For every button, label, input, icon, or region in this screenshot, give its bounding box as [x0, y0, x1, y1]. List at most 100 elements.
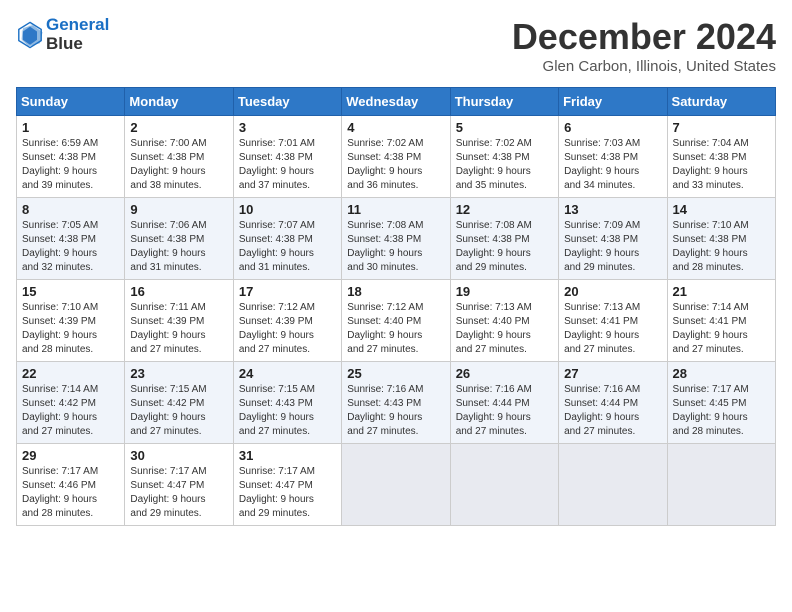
calendar-cell: 14 Sunrise: 7:10 AM Sunset: 4:38 PM Dayli…: [667, 198, 775, 280]
calendar-cell: 31 Sunrise: 7:17 AM Sunset: 4:47 PM Dayli…: [233, 444, 341, 526]
day-number: 13: [564, 202, 661, 217]
day-info: Sunrise: 7:06 AM Sunset: 4:38 PM Dayligh…: [130, 219, 227, 275]
day-number: 27: [564, 366, 661, 381]
page-header: General Blue December 2024 Glen Carbon, …: [16, 16, 776, 75]
day-info: Sunrise: 7:17 AM Sunset: 4:47 PM Dayligh…: [130, 465, 227, 521]
day-number: 6: [564, 120, 661, 135]
day-info: Sunrise: 7:02 AM Sunset: 4:38 PM Dayligh…: [456, 137, 553, 193]
day-number: 25: [347, 366, 444, 381]
calendar-cell: [667, 444, 775, 526]
day-info: Sunrise: 6:59 AM Sunset: 4:38 PM Dayligh…: [22, 137, 119, 193]
day-info: Sunrise: 7:05 AM Sunset: 4:38 PM Dayligh…: [22, 219, 119, 275]
day-info: Sunrise: 7:04 AM Sunset: 4:38 PM Dayligh…: [673, 137, 770, 193]
day-number: 26: [456, 366, 553, 381]
day-header-saturday: Saturday: [667, 88, 775, 116]
calendar-cell: 27 Sunrise: 7:16 AM Sunset: 4:44 PM Dayli…: [559, 362, 667, 444]
day-info: Sunrise: 7:13 AM Sunset: 4:41 PM Dayligh…: [564, 301, 661, 357]
day-header-monday: Monday: [125, 88, 233, 116]
calendar-cell: 13 Sunrise: 7:09 AM Sunset: 4:38 PM Dayli…: [559, 198, 667, 280]
day-number: 18: [347, 284, 444, 299]
calendar-table: SundayMondayTuesdayWednesdayThursdayFrid…: [16, 87, 776, 526]
calendar-week-2: 8Sunrise: 7:05 AM Sunset: 4:38 PM Daylig…: [17, 198, 776, 280]
day-number: 28: [673, 366, 770, 381]
calendar-cell: 7 Sunrise: 7:04 AM Sunset: 4:38 PM Daylig…: [667, 116, 775, 198]
location-title: Glen Carbon, Illinois, United States: [512, 58, 776, 75]
day-info: Sunrise: 7:00 AM Sunset: 4:38 PM Dayligh…: [130, 137, 227, 193]
calendar-cell: 6 Sunrise: 7:03 AM Sunset: 4:38 PM Daylig…: [559, 116, 667, 198]
day-info: Sunrise: 7:11 AM Sunset: 4:39 PM Dayligh…: [130, 301, 227, 357]
day-number: 15: [22, 284, 119, 299]
day-number: 20: [564, 284, 661, 299]
calendar-cell: 2 Sunrise: 7:00 AM Sunset: 4:38 PM Daylig…: [125, 116, 233, 198]
day-info: Sunrise: 7:09 AM Sunset: 4:38 PM Dayligh…: [564, 219, 661, 275]
calendar-cell: 29 Sunrise: 7:17 AM Sunset: 4:46 PM Dayli…: [17, 444, 125, 526]
day-number: 22: [22, 366, 119, 381]
day-header-wednesday: Wednesday: [342, 88, 450, 116]
calendar-cell: [450, 444, 558, 526]
calendar-cell: 30 Sunrise: 7:17 AM Sunset: 4:47 PM Dayli…: [125, 444, 233, 526]
calendar-cell: 19 Sunrise: 7:13 AM Sunset: 4:40 PM Dayli…: [450, 280, 558, 362]
day-number: 29: [22, 448, 119, 463]
day-number: 3: [239, 120, 336, 135]
calendar-cell: 15Sunrise: 7:10 AM Sunset: 4:39 PM Dayli…: [17, 280, 125, 362]
calendar-cell: [342, 444, 450, 526]
title-block: December 2024 Glen Carbon, Illinois, Uni…: [512, 16, 776, 75]
month-title: December 2024: [512, 16, 776, 58]
day-info: Sunrise: 7:14 AM Sunset: 4:41 PM Dayligh…: [673, 301, 770, 357]
day-info: Sunrise: 7:17 AM Sunset: 4:46 PM Dayligh…: [22, 465, 119, 521]
day-header-tuesday: Tuesday: [233, 88, 341, 116]
day-number: 7: [673, 120, 770, 135]
day-info: Sunrise: 7:07 AM Sunset: 4:38 PM Dayligh…: [239, 219, 336, 275]
calendar-cell: 11Sunrise: 7:08 AM Sunset: 4:38 PM Dayli…: [342, 198, 450, 280]
day-number: 14: [673, 202, 770, 217]
day-info: Sunrise: 7:16 AM Sunset: 4:43 PM Dayligh…: [347, 383, 444, 439]
calendar-week-3: 15Sunrise: 7:10 AM Sunset: 4:39 PM Dayli…: [17, 280, 776, 362]
calendar-cell: 9 Sunrise: 7:06 AM Sunset: 4:38 PM Daylig…: [125, 198, 233, 280]
calendar-header: SundayMondayTuesdayWednesdayThursdayFrid…: [17, 88, 776, 116]
day-number: 4: [347, 120, 444, 135]
calendar-week-4: 22 Sunrise: 7:14 AM Sunset: 4:42 PM Dayli…: [17, 362, 776, 444]
calendar-cell: 1Sunrise: 6:59 AM Sunset: 4:38 PM Daylig…: [17, 116, 125, 198]
calendar-cell: 23Sunrise: 7:15 AM Sunset: 4:42 PM Dayli…: [125, 362, 233, 444]
day-info: Sunrise: 7:16 AM Sunset: 4:44 PM Dayligh…: [564, 383, 661, 439]
calendar-cell: [559, 444, 667, 526]
day-info: Sunrise: 7:15 AM Sunset: 4:43 PM Dayligh…: [239, 383, 336, 439]
day-info: Sunrise: 7:17 AM Sunset: 4:47 PM Dayligh…: [239, 465, 336, 521]
day-info: Sunrise: 7:03 AM Sunset: 4:38 PM Dayligh…: [564, 137, 661, 193]
calendar-week-5: 29 Sunrise: 7:17 AM Sunset: 4:46 PM Dayli…: [17, 444, 776, 526]
logo: General Blue: [16, 16, 109, 53]
calendar-week-1: 1Sunrise: 6:59 AM Sunset: 4:38 PM Daylig…: [17, 116, 776, 198]
day-header-thursday: Thursday: [450, 88, 558, 116]
day-info: Sunrise: 7:12 AM Sunset: 4:39 PM Dayligh…: [239, 301, 336, 357]
day-info: Sunrise: 7:16 AM Sunset: 4:44 PM Dayligh…: [456, 383, 553, 439]
calendar-cell: 22 Sunrise: 7:14 AM Sunset: 4:42 PM Dayli…: [17, 362, 125, 444]
calendar-cell: 20 Sunrise: 7:13 AM Sunset: 4:41 PM Dayli…: [559, 280, 667, 362]
day-info: Sunrise: 7:08 AM Sunset: 4:38 PM Dayligh…: [456, 219, 553, 275]
day-info: Sunrise: 7:12 AM Sunset: 4:40 PM Dayligh…: [347, 301, 444, 357]
day-info: Sunrise: 7:14 AM Sunset: 4:42 PM Dayligh…: [22, 383, 119, 439]
day-number: 30: [130, 448, 227, 463]
day-number: 31: [239, 448, 336, 463]
calendar-cell: 5Sunrise: 7:02 AM Sunset: 4:38 PM Daylig…: [450, 116, 558, 198]
calendar-cell: 4Sunrise: 7:02 AM Sunset: 4:38 PM Daylig…: [342, 116, 450, 198]
logo-icon: [16, 21, 44, 49]
calendar-cell: 25 Sunrise: 7:16 AM Sunset: 4:43 PM Dayli…: [342, 362, 450, 444]
day-info: Sunrise: 7:01 AM Sunset: 4:38 PM Dayligh…: [239, 137, 336, 193]
day-number: 19: [456, 284, 553, 299]
day-number: 16: [130, 284, 227, 299]
day-info: Sunrise: 7:10 AM Sunset: 4:38 PM Dayligh…: [673, 219, 770, 275]
calendar-cell: 10Sunrise: 7:07 AM Sunset: 4:38 PM Dayli…: [233, 198, 341, 280]
calendar-cell: 24Sunrise: 7:15 AM Sunset: 4:43 PM Dayli…: [233, 362, 341, 444]
day-number: 23: [130, 366, 227, 381]
day-info: Sunrise: 7:17 AM Sunset: 4:45 PM Dayligh…: [673, 383, 770, 439]
calendar-cell: 21 Sunrise: 7:14 AM Sunset: 4:41 PM Dayli…: [667, 280, 775, 362]
day-number: 2: [130, 120, 227, 135]
logo-general: General: [46, 15, 109, 34]
day-info: Sunrise: 7:13 AM Sunset: 4:40 PM Dayligh…: [456, 301, 553, 357]
day-number: 21: [673, 284, 770, 299]
day-number: 17: [239, 284, 336, 299]
calendar-cell: 16 Sunrise: 7:11 AM Sunset: 4:39 PM Dayli…: [125, 280, 233, 362]
calendar-cell: 17 Sunrise: 7:12 AM Sunset: 4:39 PM Dayli…: [233, 280, 341, 362]
calendar-cell: 28 Sunrise: 7:17 AM Sunset: 4:45 PM Dayli…: [667, 362, 775, 444]
day-number: 9: [130, 202, 227, 217]
